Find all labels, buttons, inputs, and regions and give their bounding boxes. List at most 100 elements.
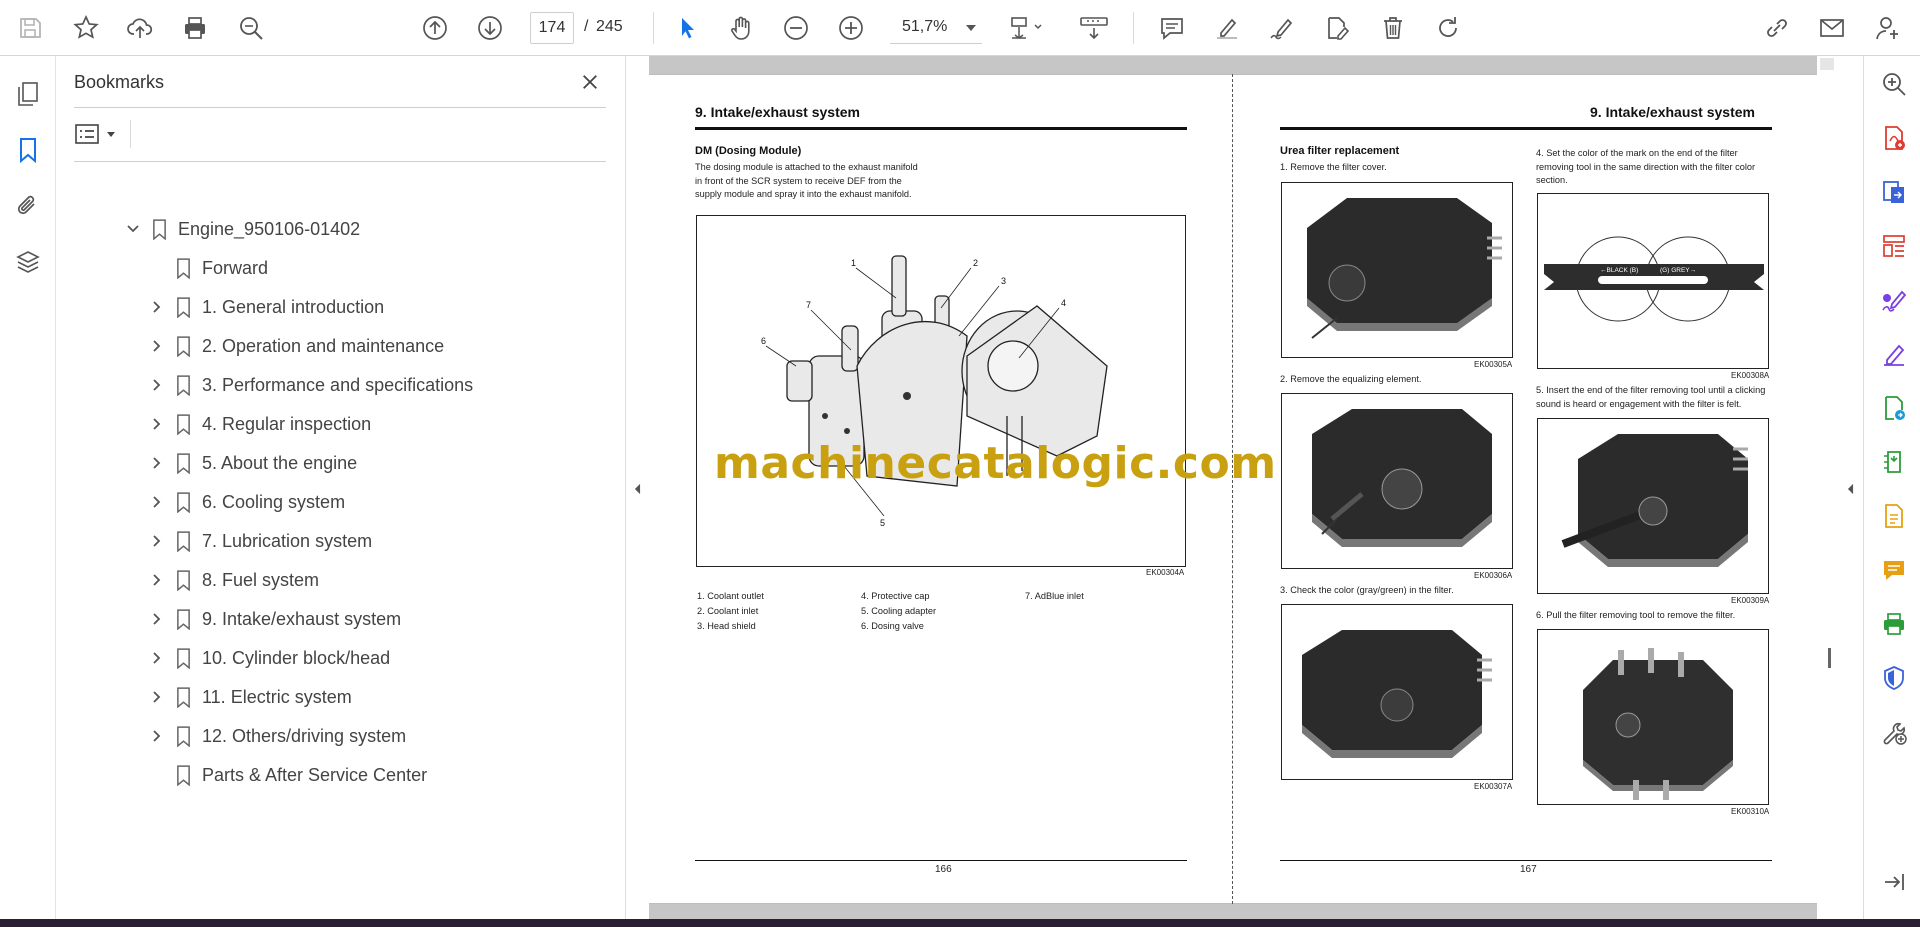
- scroll-mode-icon[interactable]: [1071, 8, 1117, 48]
- attachments-icon[interactable]: [12, 190, 44, 222]
- close-icon[interactable]: [576, 68, 604, 96]
- scan-icon[interactable]: [1878, 500, 1910, 532]
- protect-icon[interactable]: [1878, 662, 1910, 694]
- compress-icon[interactable]: [1878, 446, 1910, 478]
- bookmarks-panel: Bookmarks Engine_950106-01402 Forward 1. G…: [56, 56, 626, 919]
- chevron-right-icon[interactable]: [146, 725, 168, 747]
- zoom-in-icon[interactable]: [831, 8, 871, 48]
- expand-panel-icon[interactable]: [1878, 866, 1910, 898]
- bookmark-label: Forward: [202, 257, 269, 278]
- bookmark-item[interactable]: 10. Cylinder block/head: [146, 643, 390, 673]
- page-down-icon[interactable]: [470, 8, 510, 48]
- pages-icon[interactable]: [12, 78, 44, 110]
- bookmark-icon: [172, 411, 194, 437]
- delete-icon[interactable]: [1373, 8, 1413, 48]
- chevron-right-icon[interactable]: [146, 569, 168, 591]
- scrollbar-top[interactable]: [1820, 58, 1834, 70]
- hand-icon[interactable]: [721, 8, 761, 48]
- chevron-right-icon[interactable]: [146, 530, 168, 552]
- step-line: removing tool in the same direction with…: [1536, 161, 1756, 172]
- share-link-icon[interactable]: [1757, 8, 1797, 48]
- bookmark-item[interactable]: 12. Others/driving system: [146, 721, 406, 751]
- bookmark-item[interactable]: 5. About the engine: [146, 448, 357, 478]
- bookmark-star-icon[interactable]: [66, 8, 106, 48]
- zoom-search-icon[interactable]: [1878, 68, 1910, 100]
- search-zoom-icon[interactable]: [231, 8, 271, 48]
- bookmark-label: 9. Intake/exhaust system: [202, 608, 402, 629]
- upload-icon[interactable]: [120, 8, 160, 48]
- comment-tool-icon[interactable]: [1878, 554, 1910, 586]
- page-separator: /: [584, 18, 589, 35]
- right-tools-strip: [1863, 56, 1920, 919]
- comment-icon[interactable]: [1152, 8, 1192, 48]
- step-text: 4. Set the color of the mark on the end …: [1536, 147, 1755, 188]
- sign-icon[interactable]: [1262, 8, 1302, 48]
- figure-code: EK00307A: [1474, 782, 1513, 791]
- page-gutter: [649, 904, 1817, 919]
- splitter-handle[interactable]: [1828, 648, 1831, 668]
- highlight-icon[interactable]: [1207, 8, 1247, 48]
- chevron-right-icon[interactable]: [146, 296, 168, 318]
- collapse-right-panel-icon[interactable]: [1842, 479, 1858, 499]
- bookmark-item[interactable]: 4. Regular inspection: [146, 409, 371, 439]
- print-production-icon[interactable]: [1878, 608, 1910, 640]
- convert-icon[interactable]: [1878, 392, 1910, 424]
- bookmark-item[interactable]: 7. Lubrication system: [146, 526, 372, 556]
- legend-item: 5. Cooling adapter: [861, 606, 937, 616]
- bookmark-icon: [172, 294, 194, 320]
- bookmark-label: 8. Fuel system: [202, 569, 320, 590]
- save-icon[interactable]: [10, 8, 50, 48]
- bookmark-item[interactable]: 9. Intake/exhaust system: [146, 604, 401, 634]
- bookmark-item[interactable]: Forward: [146, 253, 268, 283]
- bookmark-item[interactable]: Parts & After Service Center: [146, 760, 427, 790]
- chevron-down-icon[interactable]: [122, 218, 144, 240]
- chevron-right-icon[interactable]: [146, 452, 168, 474]
- chevron-right-icon[interactable]: [146, 413, 168, 435]
- page-up-icon[interactable]: [415, 8, 455, 48]
- zoom-out-icon[interactable]: [776, 8, 816, 48]
- layers-icon[interactable]: [12, 246, 44, 278]
- panel-title: Bookmarks: [74, 72, 165, 92]
- callout-label: 5: [880, 518, 885, 528]
- bookmark-item[interactable]: 1. General introduction: [146, 292, 384, 322]
- fit-page-icon[interactable]: [1002, 8, 1052, 48]
- chevron-right-icon[interactable]: [146, 374, 168, 396]
- chevron-right-icon[interactable]: [146, 647, 168, 669]
- print-icon[interactable]: [175, 8, 215, 48]
- bookmarks-icon[interactable]: [12, 134, 44, 166]
- edit-doc-icon[interactable]: [1317, 8, 1357, 48]
- select-cursor-icon[interactable]: [667, 8, 707, 48]
- chevron-right-icon[interactable]: [146, 491, 168, 513]
- bookmark-item[interactable]: 8. Fuel system: [146, 565, 319, 595]
- footer-rule: [695, 860, 1187, 861]
- bookmark-item[interactable]: 2. Operation and maintenance: [146, 331, 444, 361]
- email-icon[interactable]: [1812, 8, 1852, 48]
- redo-icon[interactable]: [1428, 8, 1468, 48]
- current-page-input[interactable]: 174: [530, 12, 574, 44]
- fill-sign-icon[interactable]: [1878, 284, 1910, 316]
- export-pdf-icon[interactable]: [1878, 122, 1910, 154]
- edit-pdf-icon[interactable]: [1878, 338, 1910, 370]
- bookmark-item[interactable]: 11. Electric system: [146, 682, 352, 712]
- page-gutter: [649, 56, 1817, 74]
- chevron-right-icon[interactable]: [146, 608, 168, 630]
- chevron-right-icon[interactable]: [146, 335, 168, 357]
- body-line: in front of the SCR system to receive DE…: [695, 175, 902, 186]
- organize-pages-icon[interactable]: [1878, 230, 1910, 262]
- bookmark-item[interactable]: 6. Cooling system: [146, 487, 345, 517]
- bookmark-item[interactable]: 3. Performance and specifications: [146, 370, 473, 400]
- zoom-level-select[interactable]: 51,7%: [890, 12, 982, 44]
- bookmark-icon: [172, 762, 194, 788]
- footer-rule: [1280, 860, 1772, 861]
- bookmark-icon: [172, 606, 194, 632]
- account-icon[interactable]: [1868, 8, 1908, 48]
- chevron-right-icon[interactable]: [146, 686, 168, 708]
- collapse-left-panel-icon[interactable]: [629, 479, 645, 499]
- bookmark-icon: [172, 684, 194, 710]
- page-number: 167: [1520, 864, 1537, 875]
- tool-label: (G) GREY→: [1660, 267, 1696, 274]
- bookmark-item[interactable]: Engine_950106-01402: [122, 214, 360, 244]
- bookmark-options-button[interactable]: [74, 118, 124, 150]
- more-tools-icon[interactable]: [1878, 716, 1910, 748]
- create-pdf-icon[interactable]: [1878, 176, 1910, 208]
